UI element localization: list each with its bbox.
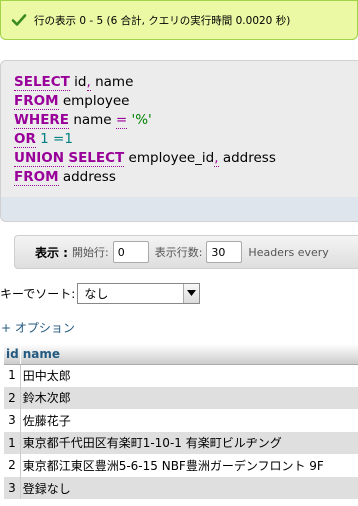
column-header-name[interactable]: name — [19, 344, 358, 365]
sql-token: = — [115, 112, 128, 129]
table-header-row: id name — [4, 344, 358, 365]
options-link[interactable]: + オプション — [1, 319, 75, 336]
sql-line: FROM address — [14, 168, 358, 187]
table-row: 2 鈴木次郎 — [4, 386, 358, 409]
cell-id: 3 — [4, 476, 21, 499]
sql-token: employee_id — [124, 150, 215, 166]
sql-line: FROM employee — [14, 92, 358, 111]
sql-token: UNION — [14, 150, 65, 167]
cell-name: 登録なし — [20, 476, 358, 499]
table-row: 2 東京都江東区豊洲5-6-15 NBF豊洲ガーデンフロント 9F — [4, 453, 358, 477]
headers-every-label: Headers every — [248, 245, 329, 259]
sql-token: FROM — [14, 169, 59, 186]
sql-token: SELECT — [14, 74, 70, 91]
cell-id: 1 — [4, 363, 21, 387]
sql-token: FROM — [14, 93, 59, 110]
sql-line: UNION SELECT employee_id, address — [14, 149, 358, 168]
sql-line: WHERE name = '%' — [14, 111, 358, 130]
cell-id: 1 — [4, 431, 21, 454]
sql-token: OR — [14, 131, 36, 148]
sql-query-toolbar — [1, 197, 358, 221]
table-row: 3 登録なし — [4, 476, 358, 499]
sql-token: =1 — [53, 131, 73, 147]
cell-name: 東京都千代田区有楽町1-10-1 有楽町ビルヂング — [20, 431, 358, 454]
row-count-input[interactable] — [206, 241, 243, 263]
row-count-label: 表示行数: — [154, 246, 203, 259]
sql-token: SELECT — [68, 150, 125, 167]
sql-line: SELECT id, name — [14, 73, 358, 92]
navigation-bar: 表示 : 開始行: 表示行数: Headers every — [14, 235, 358, 269]
sort-by-key-row: キーでソート: なし — [0, 282, 201, 304]
sql-query-box: SELECT id, name FROM employee WHERE name =… — [0, 60, 358, 222]
sort-by-key-label: キーでソート: — [0, 286, 76, 301]
sql-token: address — [218, 150, 276, 166]
sort-by-key-select[interactable]: なし — [77, 282, 201, 304]
sql-token: name — [69, 112, 116, 128]
start-row-label: 開始行: — [71, 246, 109, 259]
cell-name: 鈴木次郎 — [20, 386, 358, 409]
cell-id: 2 — [4, 453, 21, 477]
sql-token: employee — [58, 93, 130, 109]
sql-token: name — [90, 74, 134, 90]
cell-id: 3 — [4, 408, 21, 432]
sort-by-key-value: なし — [84, 286, 109, 301]
start-row-input[interactable] — [112, 241, 149, 263]
sql-line: OR 1 =1 — [14, 130, 358, 149]
sql-query-code: SELECT id, name FROM employee WHERE name =… — [1, 61, 358, 197]
sql-token: WHERE — [14, 112, 70, 129]
sql-token: address — [58, 169, 116, 185]
cell-name: 佐藤花子 — [20, 408, 358, 432]
display-label: 表示 : — [35, 245, 68, 260]
sql-token: 1 — [35, 131, 54, 147]
sql-token: id — [69, 74, 87, 90]
sql-token: '%' — [131, 112, 152, 128]
column-header-id[interactable]: id — [4, 344, 21, 365]
query-success-banner: 行の表示 0 - 5 (6 合計, クエリの実行時間 0.0020 秒) — [0, 0, 358, 40]
table-row: 1 東京都千代田区有楽町1-10-1 有楽町ビルヂング — [4, 431, 358, 454]
chevron-down-icon[interactable] — [183, 283, 200, 303]
banner-message: 行の表示 0 - 5 (6 合計, クエリの実行時間 0.0020 秒) — [34, 14, 291, 27]
cell-name: 東京都江東区豊洲5-6-15 NBF豊洲ガーデンフロント 9F — [20, 453, 358, 477]
results-table: id name 1 田中太郎 2 鈴木次郎 3 佐藤花子 1 東京都千代田区有楽町1-10-1… — [4, 344, 358, 499]
table-row: 1 田中太郎 — [4, 363, 358, 387]
cell-id: 2 — [4, 386, 21, 409]
table-row: 3 佐藤花子 — [4, 408, 358, 432]
cell-name: 田中太郎 — [20, 363, 358, 387]
check-icon — [11, 14, 27, 26]
